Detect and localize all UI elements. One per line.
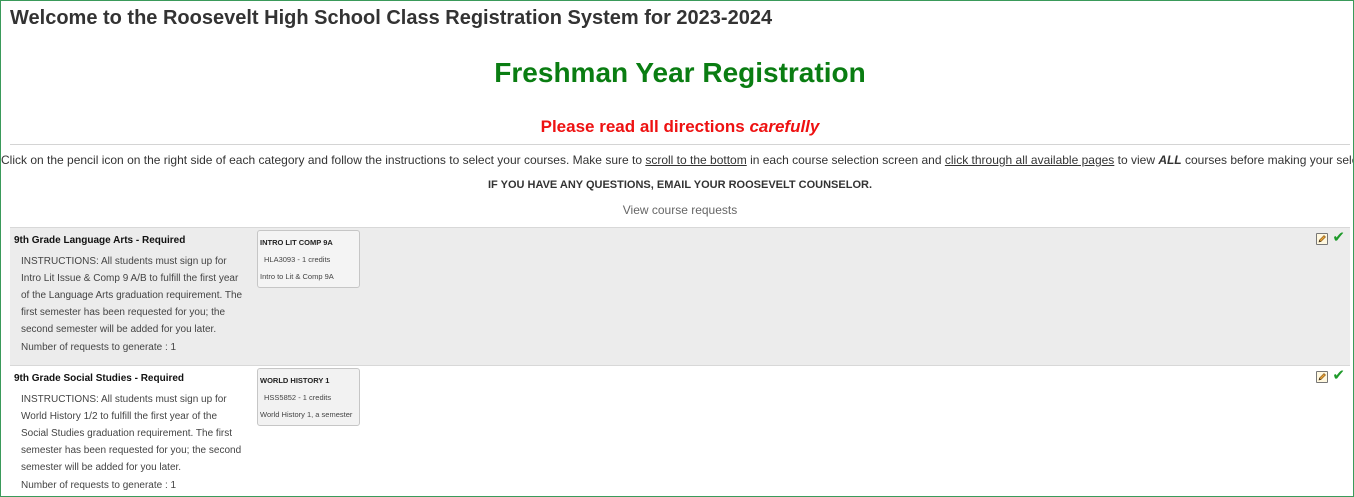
check-icon: ✔ bbox=[1332, 367, 1345, 384]
course-name: Intro to Lit & Comp 9A bbox=[260, 272, 334, 281]
scroll-to-bottom-link: scroll to the bottom bbox=[645, 153, 747, 167]
request-count: Number of requests to generate : 1 bbox=[21, 342, 177, 353]
questions-notice: IF YOU HAVE ANY QUESTIONS, EMAIL YOUR RO… bbox=[487, 179, 873, 191]
click-through-pages-link: click through all available pages bbox=[944, 153, 1115, 167]
category-title: 9th Grade Language Arts - Required bbox=[14, 235, 186, 246]
course-credits: HSS5852 - 1 credits bbox=[264, 393, 332, 402]
directions-text: Click on the pencil icon on the right si… bbox=[1, 153, 1353, 167]
directions-emphasis: ALL bbox=[1158, 153, 1182, 167]
divider bbox=[10, 144, 1350, 145]
directions-part-1: Click on the pencil icon on the right si… bbox=[1, 153, 646, 167]
category-instructions: INSTRUCTIONS: All students must sign up … bbox=[21, 256, 243, 335]
read-directions-text: Please read all directions bbox=[540, 117, 750, 136]
course-card: WORLD HISTORY 1 HSS5852 - 1 credits Worl… bbox=[257, 368, 360, 426]
page-title: Freshman Year Registration bbox=[494, 57, 866, 88]
category-social-studies: 9th Grade Social Studies - Required INST… bbox=[10, 365, 1350, 496]
course-card: INTRO LIT COMP 9A HLA3093 - 1 credits In… bbox=[257, 230, 360, 288]
category-title: 9th Grade Social Studies - Required bbox=[14, 373, 185, 384]
pencil-edit-icon[interactable] bbox=[1316, 233, 1328, 245]
registration-page: Welcome to the Roosevelt High School Cla… bbox=[0, 0, 1354, 497]
view-course-requests-link[interactable]: View course requests bbox=[1, 203, 1353, 217]
pencil-edit-icon[interactable] bbox=[1316, 371, 1328, 383]
read-directions-emphasis: carefully bbox=[749, 117, 820, 136]
read-directions-notice: Please read all directions carefully bbox=[1, 117, 1353, 137]
directions-part-4: courses before making your selection. bbox=[1184, 153, 1353, 167]
course-code: INTRO LIT COMP 9A bbox=[260, 238, 333, 247]
welcome-heading: Welcome to the Roosevelt High School Cla… bbox=[10, 7, 773, 29]
check-icon: ✔ bbox=[1332, 229, 1345, 246]
course-credits: HLA3093 - 1 credits bbox=[264, 255, 331, 264]
directions-part-2: in each course selection screen and bbox=[746, 153, 945, 167]
course-code: WORLD HISTORY 1 bbox=[260, 376, 330, 385]
category-instructions: INSTRUCTIONS: All students must sign up … bbox=[21, 394, 242, 473]
directions-part-3: to view bbox=[1114, 153, 1159, 167]
request-count: Number of requests to generate : 1 bbox=[21, 480, 177, 491]
course-name: World History 1, a semester bbox=[260, 410, 353, 419]
category-language-arts: 9th Grade Language Arts - Required INSTR… bbox=[10, 227, 1350, 365]
